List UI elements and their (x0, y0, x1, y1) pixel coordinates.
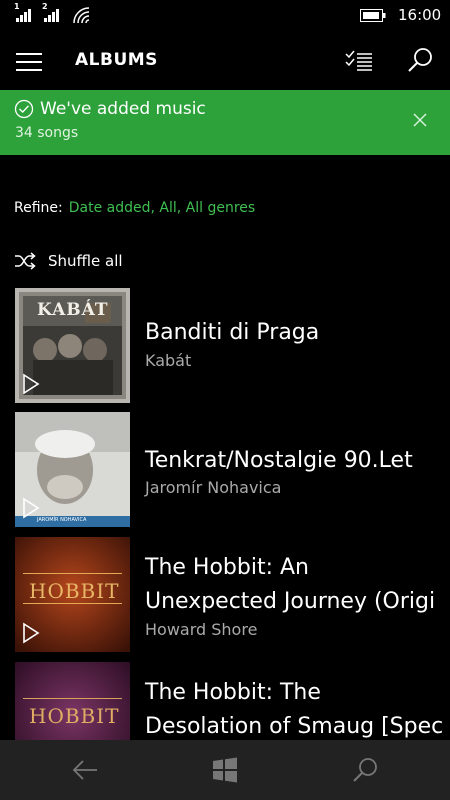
hamburger-menu-icon[interactable] (16, 52, 42, 72)
refine-filter-link[interactable]: Date added, All, All genres (69, 200, 255, 216)
album-title: Banditi di Praga (145, 320, 320, 345)
album-title: Tenkrat/Nostalgie 90.Let (145, 448, 413, 473)
refine-label: Refine: (14, 200, 63, 216)
music-added-banner[interactable]: We've added music 34 songs (0, 90, 450, 155)
app-header: ALBUMS (0, 32, 450, 90)
album-cover-text: HOBBIT (29, 704, 120, 728)
album-artist: Jaromír Nohavica (145, 478, 282, 497)
album-item[interactable]: HOBBIT The Hobbit: An Unexpected Journey… (0, 537, 450, 653)
multi-select-icon[interactable] (344, 48, 374, 74)
album-title-line1: The Hobbit: The (145, 680, 321, 705)
shuffle-all-label: Shuffle all (48, 252, 123, 270)
banner-subtitle: 34 songs (15, 125, 79, 141)
album-cover-text: HOBBIT (29, 579, 120, 603)
status-bar: 1 2 16:00 (0, 0, 450, 32)
system-nav-bar (0, 740, 450, 800)
refine-row: Refine: Date added, All, All genres (14, 200, 255, 216)
search-icon[interactable] (350, 756, 380, 784)
album-item[interactable]: JAROMÍR NOHAVICA Tenkrat/Nostalgie 90.Le… (0, 412, 450, 528)
album-title-line1: The Hobbit: An (145, 555, 309, 580)
shuffle-all-button[interactable]: Shuffle all (14, 250, 123, 272)
back-arrow-icon[interactable] (70, 756, 100, 784)
wifi-icon (73, 7, 90, 24)
album-item[interactable]: KABÁT Banditi di Praga Kabát (0, 288, 450, 404)
album-title-line2: Unexpected Journey (Origi (145, 589, 436, 614)
album-cover: JAROMÍR NOHAVICA (15, 412, 130, 527)
play-icon[interactable] (21, 497, 41, 519)
banner-title: We've added music (40, 99, 206, 119)
album-cover: KABÁT (15, 288, 130, 403)
shuffle-icon (15, 252, 36, 270)
play-icon[interactable] (21, 373, 41, 395)
page-title: ALBUMS (75, 50, 158, 70)
album-artist: Kabát (145, 351, 192, 370)
close-icon[interactable] (410, 110, 430, 130)
check-circle-icon (14, 99, 34, 119)
album-cover-text: KABÁT (37, 300, 109, 320)
search-icon[interactable] (406, 46, 434, 74)
album-cover-text: JAROMÍR NOHAVICA (37, 517, 87, 523)
album-title-line2: Desolation of Smaug [Spec (145, 714, 444, 739)
album-cover: HOBBIT (15, 537, 130, 652)
clock: 16:00 (398, 6, 442, 24)
battery-icon (360, 9, 386, 22)
play-icon[interactable] (21, 622, 41, 644)
album-artist: Howard Shore (145, 620, 258, 639)
windows-logo-icon[interactable] (210, 756, 240, 784)
